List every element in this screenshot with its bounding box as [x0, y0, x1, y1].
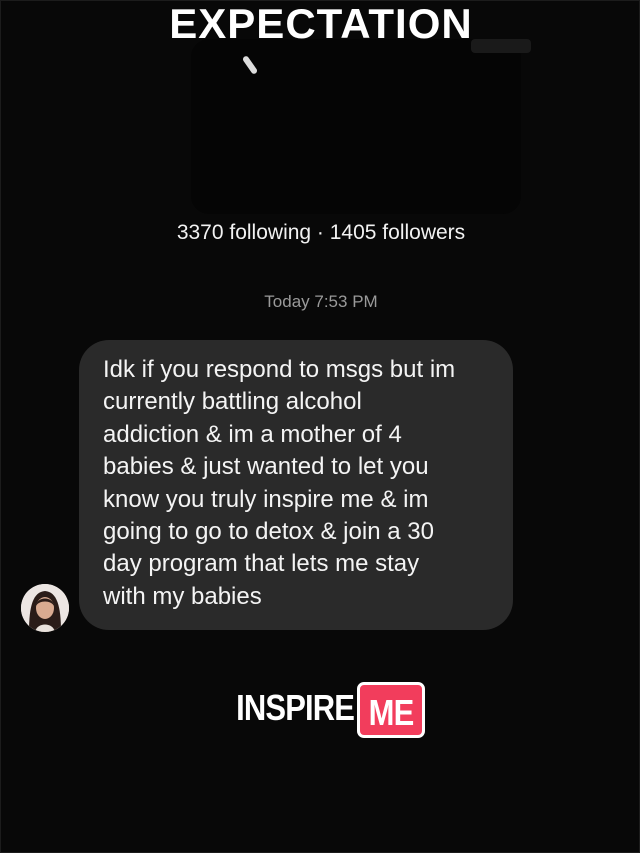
caption: INSPIRE ME [1, 677, 640, 739]
screen: EXPECTATION 3370 following · 1405 follow… [0, 0, 640, 853]
caption-highlight: ME [357, 682, 426, 739]
caption-text: INSPIRE [236, 687, 355, 728]
avatar[interactable] [21, 584, 69, 632]
redacted-edge [471, 39, 531, 53]
caption-highlight-text: ME [368, 692, 415, 734]
message-bubble[interactable]: Idk if you respond to msgs but im curren… [79, 340, 513, 630]
redacted-profile-area [191, 39, 521, 214]
message-timestamp: Today 7:53 PM [264, 292, 378, 311]
message-text: Idk if you respond to msgs but im curren… [103, 356, 456, 610]
avatar-photo [21, 584, 69, 632]
profile-stats: 3370 following · 1405 followers [176, 221, 466, 244]
